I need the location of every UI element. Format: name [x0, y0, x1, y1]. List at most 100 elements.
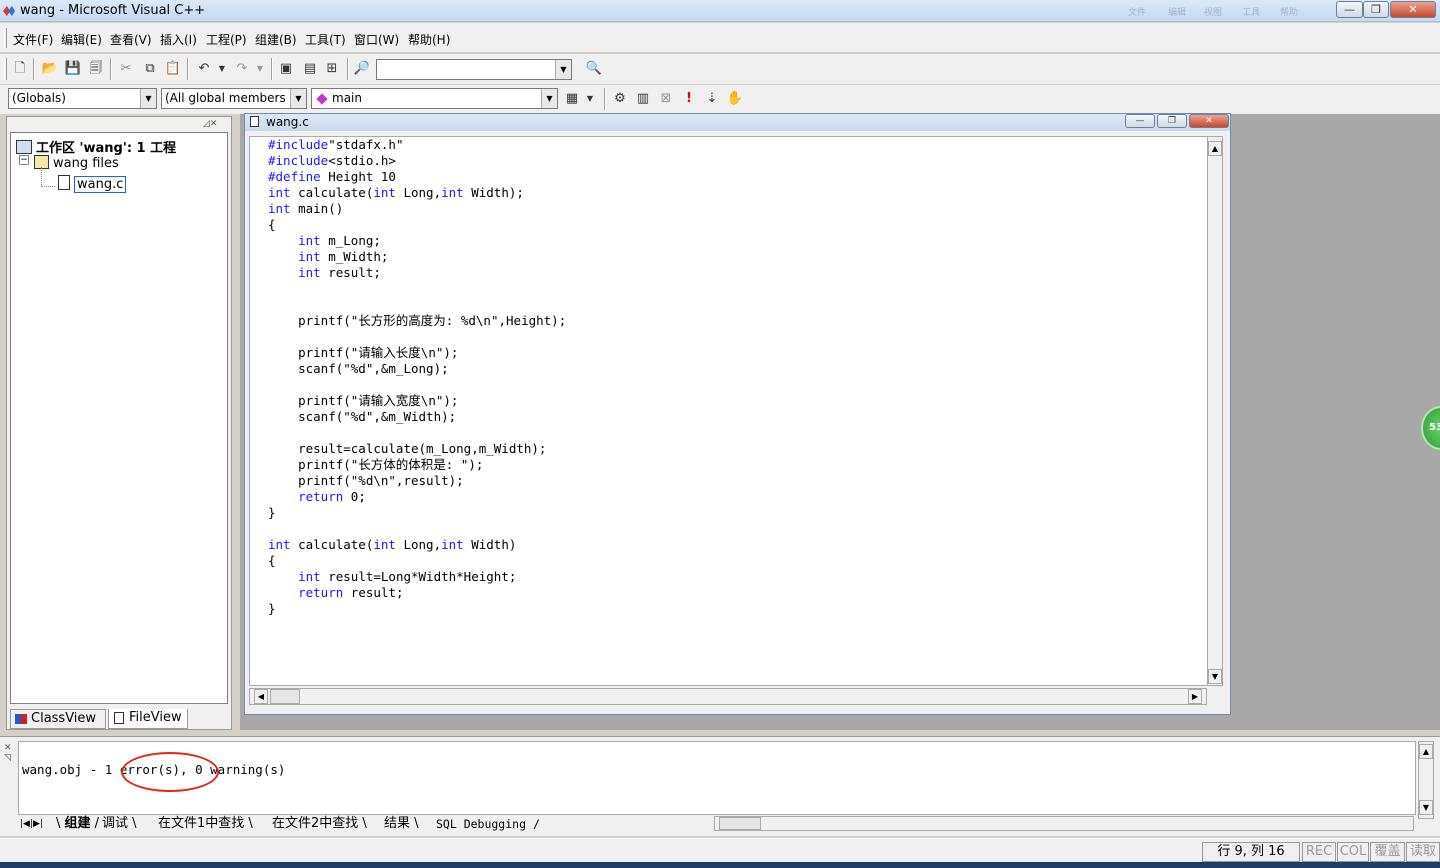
- members-combo[interactable]: (All global members ▼: [161, 88, 307, 109]
- output-vertical-scrollbar[interactable]: ▲ ▼: [1418, 741, 1434, 819]
- output-panel: ✕ ◹ wang.obj - 1 error(s), 0 warning(s) ▲…: [0, 736, 1440, 836]
- save-all-icon[interactable]: 🗐: [86, 59, 106, 79]
- output-tab-find2-label: 在文件2中查找: [272, 816, 359, 831]
- scroll-right-icon[interactable]: ▶: [1188, 689, 1202, 704]
- taskbar-edge: [0, 862, 1440, 868]
- breakpoint-hand-icon[interactable]: ✋: [725, 89, 745, 109]
- copy-icon[interactable]: ⧉: [140, 59, 160, 79]
- window-title: wang - Microsoft Visual C++: [20, 3, 206, 18]
- project-label: wang files: [53, 156, 119, 171]
- new-file-icon[interactable]: 🗋: [10, 59, 30, 79]
- go-icon[interactable]: ⇣: [702, 89, 722, 109]
- output-tab-sql-label: SQL Debugging: [436, 817, 527, 831]
- menu-build[interactable]: 组建(B): [255, 31, 297, 48]
- tab-fileview[interactable]: FileView: [108, 709, 188, 729]
- close-button[interactable]: ✕: [1390, 1, 1436, 18]
- ovr-indicator: 覆盖: [1370, 842, 1405, 862]
- redo-dropdown-icon[interactable]: ▼: [250, 59, 270, 79]
- menu-edit[interactable]: 编辑(E): [61, 31, 102, 48]
- menu-insert[interactable]: 插入(I): [160, 31, 197, 48]
- chevron-down-icon[interactable]: ▼: [290, 89, 306, 108]
- vertical-scrollbar[interactable]: ▲ ▼: [1207, 136, 1223, 686]
- wizard-dropdown-icon[interactable]: ▼: [580, 89, 600, 109]
- tree-root[interactable]: 工作区 'wang': 1 工程: [16, 137, 176, 156]
- undo-icon[interactable]: ↶: [194, 59, 214, 79]
- menu-window[interactable]: 窗口(W): [354, 31, 399, 48]
- output-panel-close-icon[interactable]: ✕ ◹: [4, 743, 12, 763]
- wizard-action-icon[interactable]: ▦: [562, 89, 582, 109]
- editor-maximize-button[interactable]: ❐: [1157, 114, 1187, 128]
- tree-project[interactable]: wang files: [34, 155, 119, 173]
- standard-toolbar: 🗋 📂 💾 🗐 ✂ ⧉ 📋 ↶ ▼ ↷ ▼ ▣ ▤ ⊞ 🔎 ▼ 🔍: [0, 54, 1440, 84]
- execute-icon[interactable]: !: [679, 89, 699, 109]
- menu-help[interactable]: 帮助(H): [408, 31, 450, 48]
- output-tab-results[interactable]: 结果 \: [384, 816, 419, 833]
- chevron-down-icon[interactable]: ▼: [140, 89, 156, 108]
- tree-file[interactable]: wang.c: [58, 175, 127, 193]
- collapse-toggle[interactable]: −: [19, 155, 29, 165]
- classview-icon: [15, 714, 27, 724]
- horizontal-scrollbar[interactable]: ◀ ▶: [249, 688, 1207, 705]
- function-combo[interactable]: main ▼: [311, 88, 558, 109]
- window-list-icon[interactable]: ⊞: [322, 59, 342, 79]
- cut-icon[interactable]: ✂: [116, 59, 136, 79]
- find-combo[interactable]: ▼: [376, 59, 572, 80]
- tree-line: [41, 186, 55, 187]
- scroll-down-icon[interactable]: ▼: [1208, 669, 1222, 684]
- panel-controls-icon[interactable]: ◿✕: [203, 119, 217, 129]
- scroll-up-icon[interactable]: ▲: [1419, 744, 1433, 759]
- code-line: {: [268, 217, 276, 232]
- maximize-button[interactable]: ❐: [1363, 1, 1389, 18]
- menu-tools[interactable]: 工具(T): [305, 31, 346, 48]
- scroll-up-icon[interactable]: ▲: [1208, 141, 1222, 156]
- code-line: int main(): [268, 201, 344, 216]
- undo-dropdown-icon[interactable]: ▼: [212, 59, 232, 79]
- chevron-down-icon[interactable]: ▼: [555, 60, 571, 79]
- output-window-icon[interactable]: ▤: [300, 59, 320, 79]
- paste-icon[interactable]: 📋: [163, 59, 183, 79]
- code-line: return result;: [298, 585, 404, 600]
- class-combo[interactable]: (Globals) ▼: [8, 88, 157, 109]
- output-tab-scroll-icon[interactable]: |◀|▶|: [20, 816, 43, 832]
- stop-build-icon[interactable]: ⊠: [656, 89, 676, 109]
- code-line: scanf("%d",&m_Width);: [268, 409, 457, 424]
- output-tab-debug-label: 调试: [102, 816, 129, 831]
- tab-classview[interactable]: ClassView: [10, 709, 106, 729]
- find-in-files-icon[interactable]: 🔎: [352, 59, 372, 79]
- menu-grip[interactable]: [4, 28, 7, 48]
- workspace-window-icon[interactable]: ▣: [276, 59, 296, 79]
- output-tab-debug[interactable]: 调试 \: [102, 816, 137, 833]
- menu-project[interactable]: 工程(P): [206, 31, 247, 48]
- workspace-panel: ◿✕ 工作区 'wang': 1 工程 − wang files wang.c …: [6, 116, 232, 730]
- redo-icon[interactable]: ↷: [232, 59, 252, 79]
- code-editor[interactable]: #include"stdafx.h" #include<stdio.h> #defi…: [249, 136, 1209, 686]
- code-line: #define Height 10: [268, 169, 396, 184]
- output-tab-find2[interactable]: 在文件2中查找 \: [272, 816, 367, 833]
- save-icon[interactable]: 💾: [63, 59, 83, 79]
- editor-close-button[interactable]: ✕: [1189, 114, 1229, 128]
- ghost-label: 编辑: [1168, 8, 1187, 18]
- output-tab-sql[interactable]: SQL Debugging /: [436, 816, 540, 833]
- code-line: result=calculate(m_Long,m_Width);: [268, 441, 547, 456]
- toolbar-grip[interactable]: [4, 58, 7, 80]
- menu-view[interactable]: 查看(V): [110, 31, 152, 48]
- menu-file[interactable]: 文件(F): [13, 31, 53, 48]
- output-tab-find1[interactable]: 在文件1中查找 \: [158, 816, 253, 833]
- compile-icon[interactable]: ⚙: [610, 89, 630, 109]
- output-text-area[interactable]: wang.obj - 1 error(s), 0 warning(s): [18, 741, 1416, 815]
- open-folder-icon[interactable]: 📂: [40, 59, 60, 79]
- minimize-button[interactable]: —: [1336, 1, 1363, 18]
- horizontal-scroll-thumb[interactable]: [270, 689, 300, 704]
- editor-minimize-button[interactable]: —: [1125, 114, 1155, 128]
- output-scroll-thumb[interactable]: [719, 817, 761, 830]
- build-icon[interactable]: ▥: [633, 89, 653, 109]
- search-icon[interactable]: 🔍: [584, 59, 604, 79]
- chevron-down-icon[interactable]: ▼: [541, 89, 557, 108]
- source-file-icon: [58, 175, 70, 190]
- scroll-down-icon[interactable]: ▼: [1419, 800, 1433, 815]
- scroll-left-icon[interactable]: ◀: [254, 689, 268, 704]
- function-icon: [316, 93, 328, 105]
- output-tab-build[interactable]: \ 组建 /: [56, 816, 99, 833]
- output-horizontal-scrollbar[interactable]: [714, 816, 1414, 831]
